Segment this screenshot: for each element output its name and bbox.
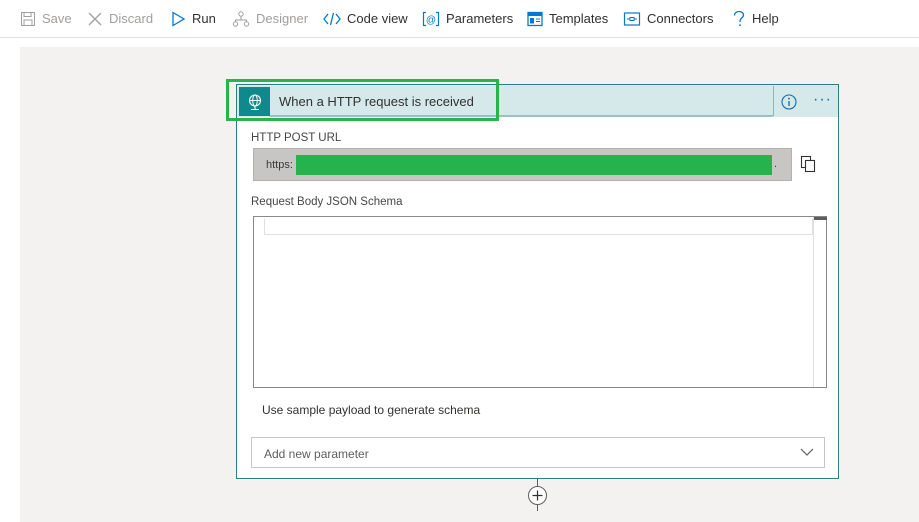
add-new-parameter-dropdown[interactable]: Add new parameter	[251, 437, 825, 468]
header-divider	[773, 86, 774, 116]
url-prefix: https:	[266, 159, 293, 171]
designer-label: Designer	[256, 11, 309, 26]
save-button[interactable]: Save	[20, 0, 72, 37]
copy-icon[interactable]	[800, 155, 816, 173]
help-button[interactable]: Help	[732, 0, 779, 37]
connectors-icon	[623, 11, 641, 26]
code-icon	[323, 12, 341, 25]
url-redaction	[296, 155, 772, 175]
connectors-button[interactable]: Connectors	[623, 0, 713, 37]
schema-scrollbar[interactable]	[813, 217, 827, 387]
close-icon	[88, 12, 102, 25]
schema-editor-line	[264, 219, 813, 235]
code-view-label: Code view	[347, 11, 408, 26]
info-icon[interactable]	[781, 94, 797, 110]
discard-label: Discard	[109, 11, 154, 26]
chevron-down-icon	[800, 448, 814, 456]
add-parameter-placeholder: Add new parameter	[264, 447, 369, 461]
http-post-url-label: HTTP POST URL	[251, 132, 342, 144]
templates-label: Templates	[549, 11, 609, 26]
connector-line-lower	[537, 505, 538, 511]
trigger-title-focus-outline	[226, 79, 499, 121]
parameters-label: Parameters	[446, 11, 514, 26]
schema-label: Request Body JSON Schema	[251, 196, 403, 208]
templates-icon	[527, 11, 543, 26]
run-button[interactable]: Run	[170, 0, 216, 37]
svg-text:@: @	[426, 15, 436, 26]
help-icon	[733, 10, 745, 26]
save-icon	[21, 11, 35, 26]
connectors-label: Connectors	[647, 11, 714, 26]
designer-icon	[232, 10, 250, 27]
play-icon	[172, 10, 186, 27]
plus-icon	[532, 490, 543, 501]
save-label: Save	[42, 11, 72, 26]
run-label: Run	[192, 11, 216, 26]
sample-payload-link[interactable]: Use sample payload to generate schema	[262, 403, 480, 417]
parameters-icon: @	[422, 11, 440, 26]
code-view-button[interactable]: Code view	[323, 0, 408, 37]
discard-button[interactable]: Discard	[87, 0, 153, 37]
toolbar: Save Discard Run Designer Code view @ Pa…	[0, 0, 919, 38]
parameters-button[interactable]: @ Parameters	[422, 0, 513, 37]
help-label: Help	[752, 11, 779, 26]
url-suffix: .	[774, 158, 778, 170]
templates-button[interactable]: Templates	[527, 0, 608, 37]
http-post-url-field[interactable]: https: .	[253, 148, 792, 181]
schema-scrollbar-thumb[interactable]	[814, 217, 827, 220]
designer-button[interactable]: Designer	[232, 0, 308, 37]
schema-editor[interactable]	[253, 216, 827, 388]
insert-step-button[interactable]	[528, 486, 547, 505]
more-icon[interactable]: ···	[813, 92, 832, 108]
